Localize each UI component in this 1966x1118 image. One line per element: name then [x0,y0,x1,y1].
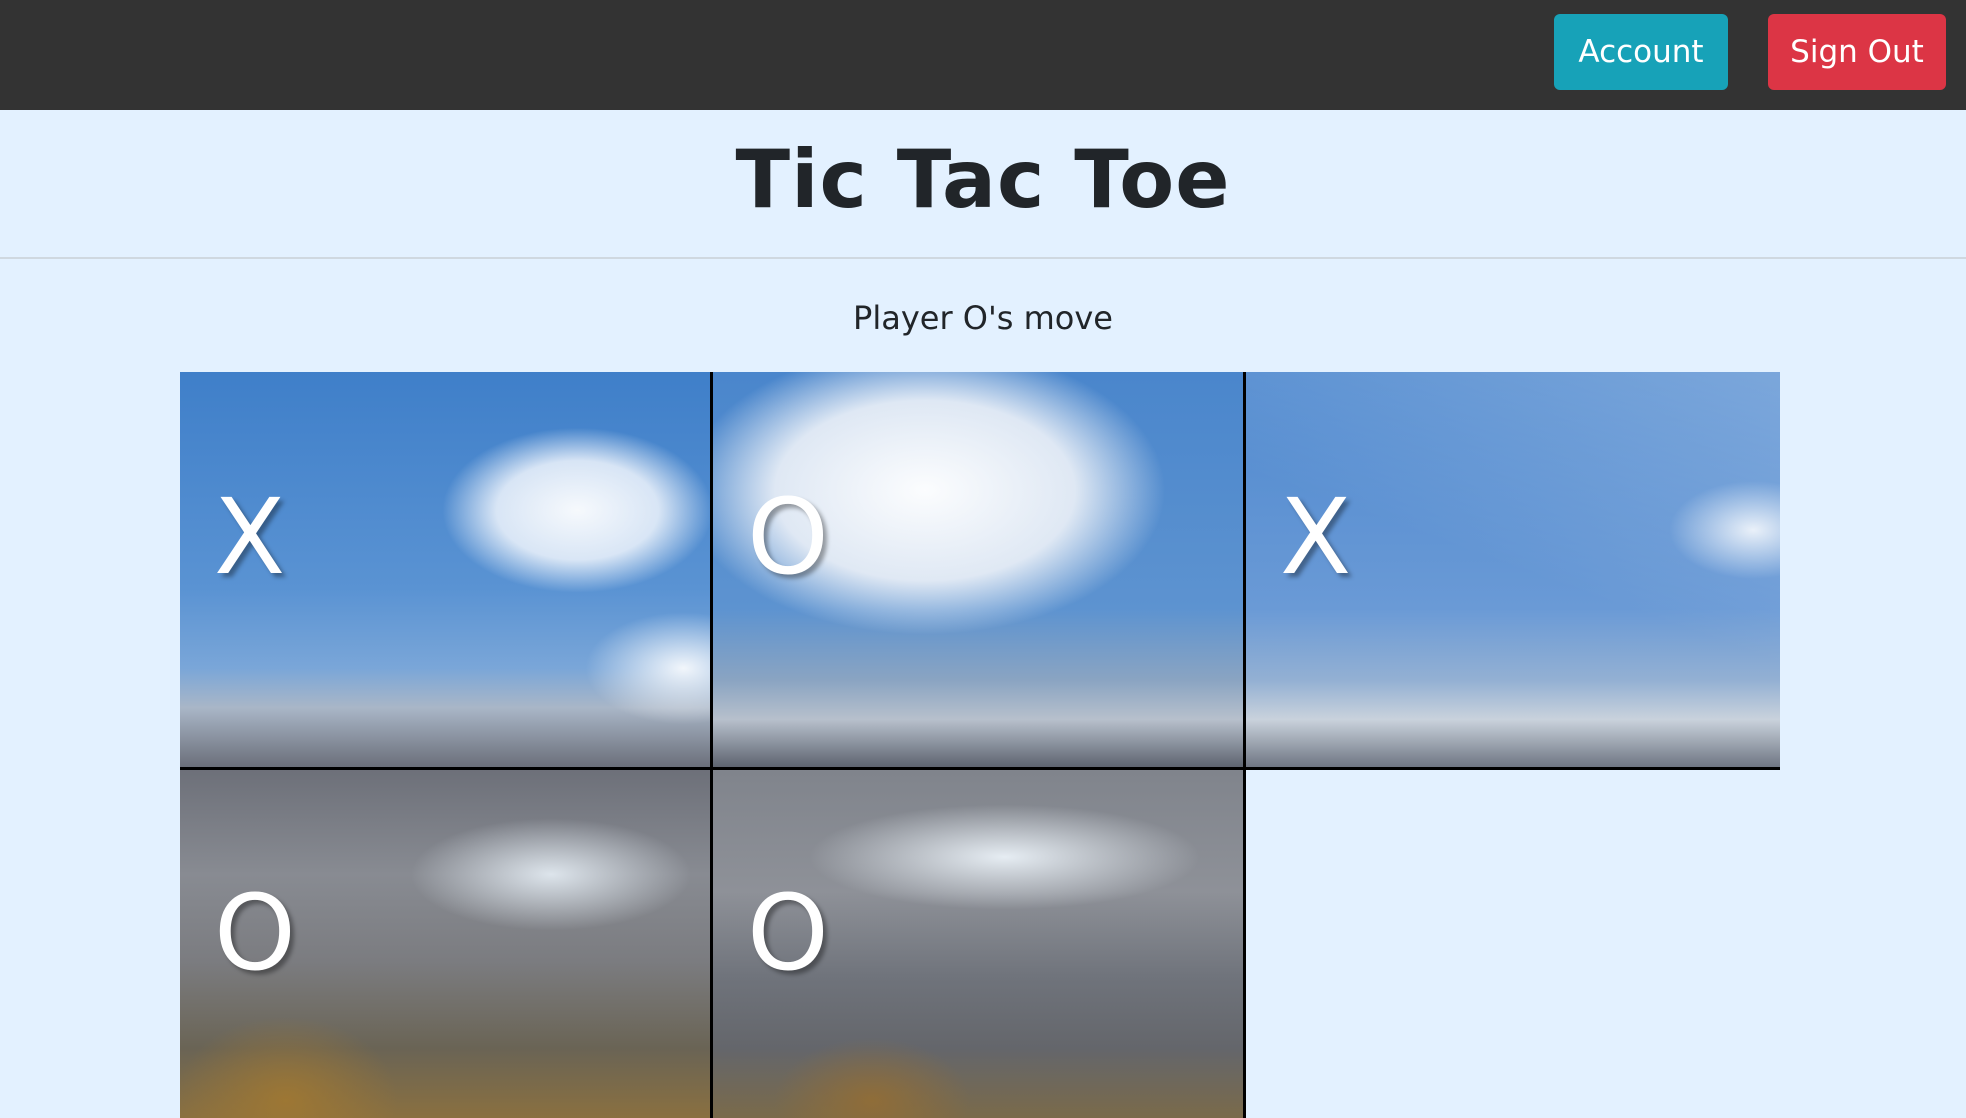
game-status: Player O's move [853,299,1113,337]
header-divider [0,257,1966,259]
account-button[interactable]: Account [1554,14,1728,90]
sign-out-button[interactable]: Sign Out [1768,14,1946,90]
cell-mark: X [1280,476,1352,598]
cell-mark: X [214,476,286,598]
board-cell-r1c1[interactable]: X [180,372,713,770]
board-cell-r2c2[interactable]: O [713,770,1246,1118]
board-cell-r2c1[interactable]: O [180,770,713,1118]
cell-mark: O [747,476,829,598]
cell-mark: O [747,872,829,994]
board-cell-r2c3[interactable] [1246,770,1780,1118]
board-cell-r1c2[interactable]: O [713,372,1246,770]
cell-mark: O [214,872,296,994]
game-board: X O X O O [180,372,1780,1118]
board-cell-r1c3[interactable]: X [1246,372,1780,770]
top-navbar: Account Sign Out [0,0,1966,110]
page-title: Tic Tac Toe [735,133,1231,226]
